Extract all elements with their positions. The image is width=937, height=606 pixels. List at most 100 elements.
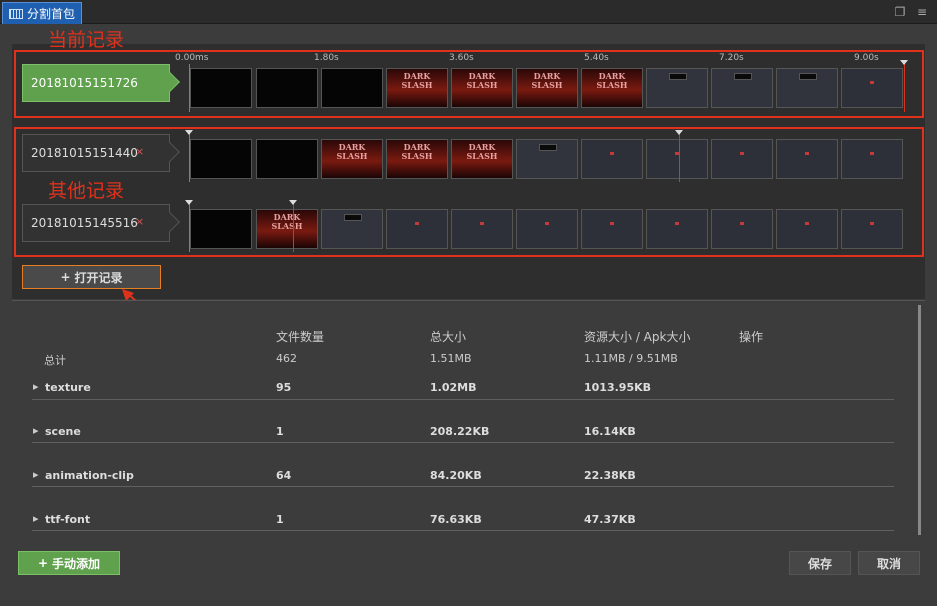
row-divider xyxy=(32,442,894,443)
frame-thumbnail[interactable] xyxy=(841,209,903,249)
plus-icon: + xyxy=(37,556,49,570)
expand-icon[interactable]: ▸ xyxy=(33,468,39,481)
frame-thumbnail[interactable] xyxy=(321,209,383,249)
frame-thumbnail[interactable] xyxy=(581,68,643,108)
popout-icon[interactable]: ❐ xyxy=(892,4,908,20)
frame-thumbnail[interactable] xyxy=(516,209,578,249)
expand-icon[interactable]: ▸ xyxy=(33,424,39,437)
frame-thumbnail[interactable] xyxy=(841,68,903,108)
frame-thumbnail[interactable] xyxy=(321,139,383,179)
end-marker-arrow-icon[interactable] xyxy=(289,200,297,205)
panel-tab[interactable]: 分割首包 xyxy=(2,2,82,24)
ruler-tick-label: 7.20s xyxy=(719,53,744,63)
row-name-texture[interactable]: texture xyxy=(45,381,91,394)
frame-thumbnail[interactable] xyxy=(451,209,513,249)
panel-icon xyxy=(9,8,23,19)
other-record-1-frames xyxy=(190,139,905,181)
ruler-tick-label: 5.40s xyxy=(584,53,609,63)
end-marker-arrow-icon[interactable] xyxy=(900,60,908,65)
delete-icon[interactable]: × xyxy=(135,145,144,158)
timeline-ruler: 0.00ms 1.80s 3.60s 5.40s 7.20s 9.00s xyxy=(175,53,905,65)
frame-thumbnail[interactable] xyxy=(451,139,513,179)
end-marker-arrow-icon[interactable] xyxy=(675,130,683,135)
header-total-size: 总大小 xyxy=(430,330,467,344)
frame-thumbnail[interactable] xyxy=(386,68,448,108)
summary-files: 462 xyxy=(276,352,297,365)
frame-thumbnail[interactable] xyxy=(776,139,838,179)
frame-thumbnail[interactable] xyxy=(646,209,708,249)
row-files: 95 xyxy=(276,381,292,394)
frame-thumbnail[interactable] xyxy=(386,209,448,249)
frame-thumbnail[interactable] xyxy=(646,68,708,108)
row-asset: 1013.95KB xyxy=(584,381,652,394)
start-marker-arrow-icon[interactable] xyxy=(185,200,193,205)
frame-thumbnail[interactable] xyxy=(321,68,383,108)
frame-thumbnail[interactable] xyxy=(190,139,252,179)
end-marker[interactable] xyxy=(293,204,294,252)
split-first-package-panel: 分割首包 ❐ ≡ 当前记录 0.00ms 1.80s 3.60s 5.40s 7… xyxy=(0,0,937,606)
open-record-label: 打开记录 xyxy=(74,270,123,285)
row-divider xyxy=(32,399,894,400)
frame-thumbnail[interactable] xyxy=(841,139,903,179)
end-marker[interactable] xyxy=(679,134,680,182)
header-file-count: 文件数量 xyxy=(276,330,325,344)
frame-thumbnail[interactable] xyxy=(711,139,773,179)
record-other-1[interactable]: 20181015151440 × xyxy=(22,134,180,172)
row-total: 84.20KB xyxy=(430,469,482,482)
frame-thumbnail[interactable] xyxy=(776,209,838,249)
start-marker-arrow-icon[interactable] xyxy=(185,130,193,135)
frame-thumbnail[interactable] xyxy=(256,139,318,179)
end-marker[interactable] xyxy=(904,64,905,112)
row-total: 76.63KB xyxy=(430,513,482,526)
menu-icon[interactable]: ≡ xyxy=(914,4,930,20)
frame-thumbnail[interactable] xyxy=(581,139,643,179)
row-name-ttf-font[interactable]: ttf-font xyxy=(45,513,90,526)
summary-total: 1.51MB xyxy=(430,352,472,365)
open-record-button[interactable]: + 打开记录 xyxy=(22,265,161,289)
frame-thumbnail[interactable] xyxy=(451,68,513,108)
frame-thumbnail[interactable] xyxy=(386,139,448,179)
frame-thumbnail[interactable] xyxy=(711,68,773,108)
frame-thumbnail[interactable] xyxy=(256,209,318,249)
ruler-tick-label: 0.00ms xyxy=(175,53,209,63)
save-button[interactable]: 保存 xyxy=(789,551,851,575)
header-actions: 操作 xyxy=(739,330,764,344)
row-asset: 16.14KB xyxy=(584,425,636,438)
row-name-scene[interactable]: scene xyxy=(45,425,81,438)
expand-icon[interactable]: ▸ xyxy=(33,380,39,393)
frame-thumbnail[interactable] xyxy=(516,139,578,179)
start-marker xyxy=(189,134,190,182)
row-files: 1 xyxy=(276,425,284,438)
manual-add-button[interactable]: + 手动添加 xyxy=(18,551,120,575)
frame-thumbnail[interactable] xyxy=(516,68,578,108)
record-id: 20181015151440 xyxy=(31,146,138,160)
row-total: 1.02MB xyxy=(430,381,477,394)
table-scrollbar[interactable] xyxy=(918,305,921,535)
frame-thumbnail[interactable] xyxy=(581,209,643,249)
row-files: 64 xyxy=(276,469,292,482)
record-id: 20181015151726 xyxy=(31,76,138,90)
expand-icon[interactable]: ▸ xyxy=(33,512,39,525)
start-marker xyxy=(189,64,190,112)
row-files: 1 xyxy=(276,513,284,526)
frame-thumbnail[interactable] xyxy=(646,139,708,179)
frame-thumbnail[interactable] xyxy=(190,68,252,108)
frame-thumbnail[interactable] xyxy=(256,68,318,108)
header-asset-apk-size: 资源大小 / Apk大小 xyxy=(584,330,691,344)
frame-thumbnail[interactable] xyxy=(190,209,252,249)
other-records-annotation: 其他记录 xyxy=(48,180,125,202)
record-other-2[interactable]: 20181015145516 × xyxy=(22,204,180,242)
start-marker xyxy=(189,204,190,252)
panel-title: 分割首包 xyxy=(27,7,76,21)
frame-thumbnail[interactable] xyxy=(776,68,838,108)
row-asset: 47.37KB xyxy=(584,513,636,526)
cancel-button[interactable]: 取消 xyxy=(858,551,920,575)
record-current[interactable]: 20181015151726 xyxy=(22,64,180,102)
other-record-2-frames xyxy=(190,209,905,251)
delete-icon[interactable]: × xyxy=(135,215,144,228)
row-name-animation-clip[interactable]: animation-clip xyxy=(45,469,134,482)
package-stats-table: 文件数量 总大小 资源大小 / Apk大小 操作 总计 462 1.51MB 1… xyxy=(12,300,925,533)
plus-icon: + xyxy=(60,270,71,284)
ruler-tick-label: 9.00s xyxy=(854,53,879,63)
frame-thumbnail[interactable] xyxy=(711,209,773,249)
